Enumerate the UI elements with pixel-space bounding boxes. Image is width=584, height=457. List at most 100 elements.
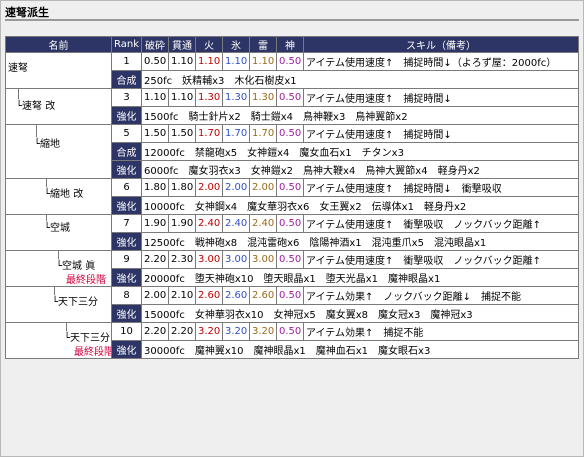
stat-kami: 0.50 [276, 286, 304, 305]
materials-cell: 1500fc 騎士針片x2 騎士鎧x4 鳥神鞭x3 鳥神翼節x2 [141, 106, 579, 125]
stat-hi: 2.40 [195, 214, 223, 233]
weapon-row: └速弩 改 3 1.10 1.10 1.30 1.30 1.30 0.50 アイテム使用速度↑ … [5, 88, 579, 125]
materials-tag: 強化 [111, 232, 142, 251]
weapon-row: └空城 7 1.90 1.90 2.40 2.40 2.40 0.50 アイテム使用速度↑ 衝撃… [5, 214, 579, 251]
stat-kori: 1.30 [222, 88, 250, 107]
tree-connector [36, 125, 37, 137]
weapon-name-cell: └縮地 改 [5, 178, 112, 215]
stat-rai: 3.20 [249, 322, 277, 341]
synthesis-tag: 合成 [111, 142, 142, 161]
materials-cell: 10000fc 女神鋼x4 魔女華羽衣x6 女王翼x2 伝導体x1 軽身丹x2 [141, 196, 579, 215]
rank-cell: 3 [111, 88, 142, 107]
page-title: 速弩派生 [5, 6, 49, 19]
stat-kan: 1.10 [168, 52, 196, 71]
skill-cell: アイテム使用速度↑ 捕捉時間↓ [303, 124, 579, 143]
materials-cell: 12500fc 戦神砲x8 混沌雷砲x6 陰陽神酒x1 混沌重爪x5 混沌眼晶x… [141, 232, 579, 251]
stat-kori: 3.00 [222, 250, 250, 269]
final-stage-label: 最終段階 [66, 275, 106, 286]
stat-rai: 2.40 [249, 214, 277, 233]
stat-ha: 1.80 [141, 178, 169, 197]
materials-tag: 合成 [111, 70, 142, 89]
weapon-name: └天下三分 [52, 297, 99, 308]
stat-rai: 3.00 [249, 250, 277, 269]
title-divider [5, 19, 579, 21]
stat-ha: 0.50 [141, 52, 169, 71]
header-row: 名前 Rank 破砕 貫通 火 氷 雷 神 スキル（備考） [5, 36, 579, 53]
stat-kami: 0.50 [276, 178, 304, 197]
tree-connector [54, 287, 55, 295]
stat-kami: 0.50 [276, 88, 304, 107]
rank-cell: 1 [111, 52, 142, 71]
skill-cell: アイテム効果↑ 捕捉不能 [303, 322, 579, 341]
header-name: 名前 [5, 36, 112, 53]
weapon-name-cell: └空城 眞最終段階 [5, 250, 112, 287]
materials-tag: 強化 [111, 304, 142, 323]
materials-cell: 250fc 妖精輔x3 木化石樹皮x1 [141, 70, 579, 89]
page-frame: 速弩派生 名前 Rank 破砕 貫通 火 氷 雷 神 スキル（備考） 速弩 1 … [0, 0, 584, 457]
materials-tag: 強化 [111, 196, 142, 215]
skill-cell: アイテム使用速度↑ 捕捉時間↓（よろず屋：2000fc） [303, 52, 579, 71]
stat-kan: 1.50 [168, 124, 196, 143]
weapon-name-cell: └縮地 [5, 124, 112, 179]
header-ha: 破砕 [141, 36, 169, 53]
weapon-name: └空城 [44, 223, 71, 234]
rank-cell: 8 [111, 286, 142, 305]
materials-cell: 15000fc 女神華羽衣x10 女神冠x5 魔女翼x8 魔女冠x3 魔神冠x3 [141, 304, 579, 323]
stat-kan: 2.10 [168, 286, 196, 305]
weapon-name-cell: 速弩 [5, 52, 112, 89]
header-rai: 雷 [249, 36, 277, 53]
weapon-name: └空城 眞 [56, 261, 96, 272]
weapon-name-cell: └天下三分 [5, 286, 112, 323]
stat-kori: 1.10 [222, 52, 250, 71]
stat-kami: 0.50 [276, 322, 304, 341]
stat-rai: 1.70 [249, 124, 277, 143]
stat-ha: 1.50 [141, 124, 169, 143]
weapon-name: 速弩 [8, 63, 28, 74]
stat-kori: 2.40 [222, 214, 250, 233]
stat-ha: 2.20 [141, 322, 169, 341]
weapon-row: 速弩 1 0.50 1.10 1.10 1.10 1.10 0.50 アイテム使用速度↑ 捕捉時… [5, 52, 579, 89]
materials-cell: 20000fc 堕天神砲x10 堕天眼晶x1 堕天光晶x1 魔神眼晶x1 [141, 268, 579, 287]
weapon-name-cell: └速弩 改 [5, 88, 112, 125]
stat-ha: 2.20 [141, 250, 169, 269]
stat-kori: 3.20 [222, 322, 250, 341]
tree-connector [58, 251, 59, 259]
stat-hi: 1.70 [195, 124, 223, 143]
rank-cell: 9 [111, 250, 142, 269]
stat-hi: 1.10 [195, 52, 223, 71]
stat-kami: 0.50 [276, 124, 304, 143]
weapon-name-cell: └空城 [5, 214, 112, 251]
skill-cell: アイテム使用速度↑ 衝撃吸収 ノックバック距離↑ [303, 250, 579, 269]
stat-kan: 2.20 [168, 322, 196, 341]
materials-cell: 12000fc 禁龍砲x5 女神鎧x4 魔女血石x1 チタンx3 [141, 142, 579, 161]
rank-cell: 7 [111, 214, 142, 233]
stat-kami: 0.50 [276, 214, 304, 233]
weapon-name: └速弩 改 [16, 101, 56, 112]
stat-kori: 2.00 [222, 178, 250, 197]
weapon-row: └天下三分 眞最終段階102.202.203.203.203.200.50アイテ… [5, 322, 579, 359]
materials-cell: 30000fc 魔神翼x10 魔神眼晶x1 魔神血石x1 魔女眼石x3 [141, 340, 579, 359]
tree-connector [46, 179, 47, 187]
materials-tag: 強化 [111, 340, 142, 359]
header-kan: 貫通 [168, 36, 196, 53]
final-stage-label: 最終段階 [74, 347, 112, 358]
tree-connector [46, 215, 47, 221]
skill-cell: アイテム使用速度↑ 捕捉時間↓ [303, 88, 579, 107]
stat-hi: 2.60 [195, 286, 223, 305]
stat-kan: 2.30 [168, 250, 196, 269]
weapon-row: └天下三分 8 2.00 2.10 2.60 2.60 2.60 0.50 アイテム効果↑ ノッ… [5, 286, 579, 323]
stat-hi: 3.20 [195, 322, 223, 341]
stat-kami: 0.50 [276, 52, 304, 71]
stat-rai: 2.00 [249, 178, 277, 197]
skill-cell: アイテム使用速度↑ 衝撃吸収 ノックバック距離↑ [303, 214, 579, 233]
rank-cell: 10 [111, 322, 142, 341]
header-rank: Rank [111, 36, 142, 53]
stat-ha: 2.00 [141, 286, 169, 305]
weapon-name: └縮地 改 [44, 189, 84, 200]
stat-kami: 0.50 [276, 250, 304, 269]
weapon-row: └縮地 改 6 1.80 1.80 2.00 2.00 2.00 0.50 アイテム使用速度↑ … [5, 178, 579, 215]
tree-connector [66, 323, 67, 331]
header-skill: スキル（備考） [303, 36, 579, 53]
stat-rai: 2.60 [249, 286, 277, 305]
weapon-name: └縮地 [34, 139, 61, 150]
